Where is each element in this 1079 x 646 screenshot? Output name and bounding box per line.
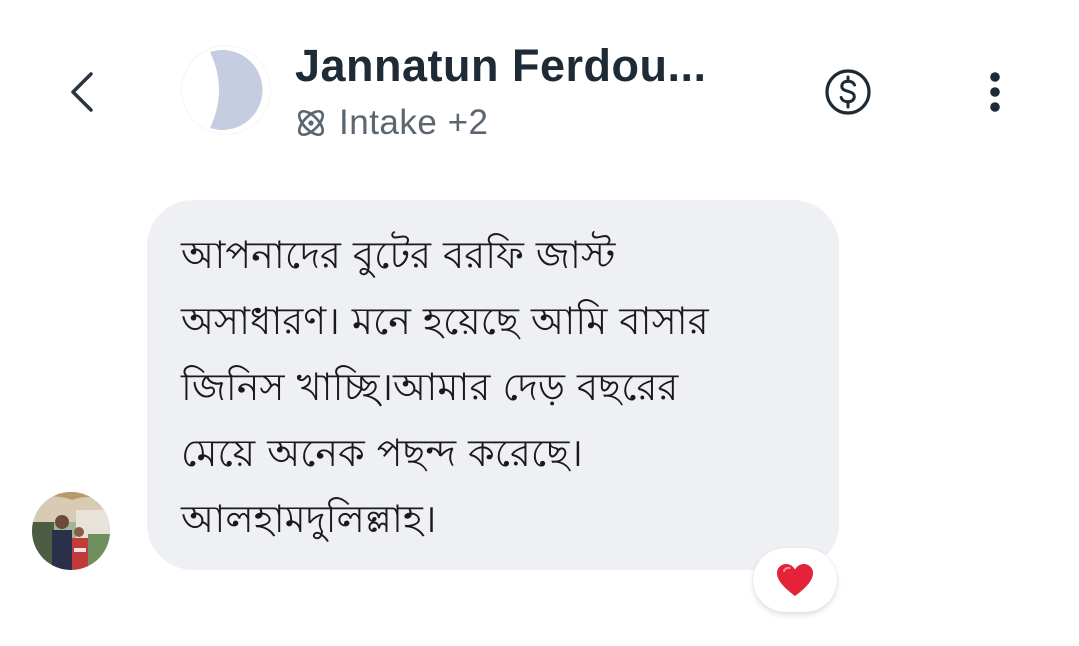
avatar-placeholder-icon [182, 46, 270, 134]
contact-avatar[interactable] [182, 46, 270, 134]
atom-icon [297, 109, 325, 137]
message-line: অসাধারণ। মনে হয়েছে আমি বাসার [181, 299, 709, 343]
message-line: মেয়ে অনেক পছন্দ করেছে। [181, 431, 583, 475]
contact-name[interactable]: Jannatun Ferdou... [295, 38, 795, 94]
chevron-left-icon [71, 72, 93, 112]
sender-avatar[interactable] [32, 492, 110, 570]
more-vertical-icon [990, 72, 1000, 112]
back-button[interactable] [58, 64, 106, 120]
message-line: জিনিস খাচ্ছি।আমার দেড় বছরের [181, 365, 679, 409]
more-options-button[interactable] [972, 66, 1018, 118]
labels-text: Intake +2 [339, 103, 489, 142]
message-line: আলহামদুলিল্লাহ। [181, 497, 437, 541]
sender-photo [32, 492, 110, 570]
contact-labels[interactable]: Intake +2 [293, 101, 488, 145]
message-line: আপনাদের বুটের বরফি জাস্ট [181, 233, 616, 277]
chat-screen: Jannatun Ferdou... Intake +2 আপনাদের বুট… [0, 0, 1079, 646]
reaction-badge[interactable] [753, 548, 837, 612]
dollar-circle-icon [825, 69, 871, 115]
heart-icon [777, 564, 813, 596]
payment-button[interactable] [822, 66, 874, 118]
message-bubble[interactable]: আপনাদের বুটের বরফি জাস্ট অসাধারণ। মনে হয… [147, 200, 839, 570]
